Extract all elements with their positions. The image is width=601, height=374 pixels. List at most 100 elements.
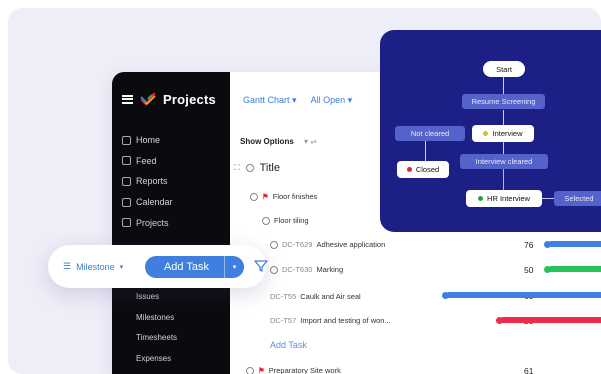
hr-interview-label: HR Interview — [487, 194, 530, 203]
projects-icon — [122, 218, 131, 228]
show-options-label: Show Options — [240, 137, 294, 146]
sidebar-item-expenses[interactable]: Expenses — [136, 354, 177, 374]
status-dot-icon — [483, 131, 489, 136]
row-name: Floor finishes — [272, 192, 318, 201]
title-column-header: ⛶ Title — [234, 162, 280, 174]
gantt-bar[interactable] — [446, 292, 601, 298]
sidebar-subnav: Issues Milestones Timesheets Expenses — [136, 292, 177, 374]
add-task-button[interactable]: Add Task ▾ — [145, 256, 244, 278]
list-item[interactable]: Floor tiling — [262, 216, 309, 225]
sidebar-item-calendar[interactable]: Calendar — [122, 192, 173, 213]
milestone-flag-icon: ⚑ — [262, 192, 269, 201]
filter-label: All Open — [310, 95, 346, 105]
milestone-list-icon: ☰ — [63, 261, 72, 271]
task-id: DC-T57 — [270, 316, 297, 325]
gantt-bar[interactable] — [548, 241, 601, 247]
sidebar-item-timesheets[interactable]: Timesheets — [136, 333, 177, 354]
connector — [542, 198, 554, 199]
task-id: DC-T629 — [282, 240, 313, 249]
expand-icon[interactable]: ⛶ — [234, 163, 240, 173]
filter-dropdown[interactable]: All Open ▾ — [311, 95, 353, 106]
task-name: Import and testing of won... — [300, 316, 391, 325]
task-percent: 61 — [524, 366, 534, 374]
status-dot-icon — [478, 196, 484, 201]
title-column-label: Title — [259, 162, 280, 174]
app-title: Projects — [163, 91, 216, 107]
closed-label: Closed — [415, 165, 440, 174]
home-icon — [122, 135, 131, 145]
task-status-icon[interactable] — [270, 265, 278, 274]
projects-logo-icon — [140, 92, 156, 106]
milestone-dropdown[interactable]: ☰ Milestone ▾ — [63, 261, 123, 272]
view-toolbar: Gantt Chart ▾ All Open ▾ — [243, 95, 352, 106]
sidebar-item-feed[interactable]: Feed — [122, 151, 173, 172]
gantt-bar-handle[interactable] — [496, 316, 503, 324]
gantt-view-label: Gantt Chart — [243, 95, 290, 105]
interview-label: Interview — [492, 129, 523, 138]
connector — [503, 141, 504, 155]
filter-icon[interactable] — [254, 259, 268, 273]
add-task-link[interactable]: Add Task — [270, 340, 307, 350]
gantt-bar[interactable] — [500, 317, 601, 323]
collapse-icon[interactable] — [262, 216, 270, 225]
status-dot-icon — [406, 167, 412, 172]
resume-screening-step[interactable]: Resume Screening — [462, 94, 545, 109]
sidebar-item-milestones[interactable]: Milestones — [136, 313, 177, 334]
interview-node[interactable]: Interview — [472, 125, 534, 142]
connector — [503, 169, 504, 190]
task-percent: 76 — [524, 240, 534, 250]
table-row[interactable]: DC-T55 Caulk and Air seal — [270, 292, 361, 301]
select-all-checkbox[interactable] — [245, 164, 254, 172]
gantt-bar-handle[interactable] — [544, 265, 551, 273]
gantt-bar[interactable] — [548, 266, 601, 272]
row-name: Preparatory Site work — [268, 366, 341, 374]
closed-node[interactable]: Closed — [397, 161, 449, 178]
task-name: Caulk and Air seal — [300, 292, 361, 301]
task-name: Adhesive application — [316, 240, 386, 249]
connector — [503, 110, 504, 126]
list-item[interactable]: ⚑ Preparatory Site work — [246, 366, 341, 374]
reports-icon — [122, 176, 131, 186]
task-status-icon[interactable] — [270, 240, 278, 249]
gantt-view-dropdown[interactable]: Gantt Chart ▾ — [243, 95, 297, 106]
sidebar-item-home[interactable]: Home — [122, 130, 173, 151]
milestone-label: Milestone — [76, 261, 115, 272]
table-row[interactable]: DC-T630 Marking — [270, 265, 343, 274]
sidebar-item-label: Reports — [136, 176, 168, 187]
sidebar-item-label: Feed — [136, 155, 157, 166]
start-node[interactable]: Start — [483, 61, 525, 77]
list-item[interactable]: ⚑ Floor finishes — [250, 192, 317, 201]
row-name: Floor tiling — [274, 216, 309, 225]
sidebar-item-reports[interactable]: Reports — [122, 171, 173, 192]
hr-interview-node[interactable]: HR Interview — [466, 190, 542, 207]
feed-icon — [122, 156, 131, 166]
chevron-down-icon: ▾ — [119, 263, 124, 271]
task-percent: 50 — [524, 265, 534, 275]
milestone-flag-icon: ⚑ — [258, 366, 265, 374]
task-id: DC-T55 — [270, 292, 297, 301]
sidebar-nav: Home Feed Reports Calendar Projects — [122, 130, 173, 233]
collapse-icon[interactable] — [250, 192, 258, 201]
sidebar-item-projects[interactable]: Projects — [122, 212, 173, 233]
not-cleared-step[interactable]: Not cleared — [395, 126, 465, 141]
gantt-bar-handle[interactable] — [544, 240, 551, 248]
calendar-icon — [122, 197, 131, 207]
sidebar-item-label: Calendar — [136, 197, 173, 208]
interview-cleared-step[interactable]: Interview cleared — [460, 154, 548, 169]
collapse-icon[interactable] — [246, 366, 254, 374]
table-row[interactable]: DC-T57 Import and testing of won... — [270, 316, 391, 325]
show-options-button[interactable]: Show Options ▾ ⇌ — [240, 137, 317, 146]
task-id: DC-T630 — [282, 265, 313, 274]
selected-step[interactable]: Selected — [554, 191, 601, 206]
chevron-down-icon[interactable]: ▾ — [224, 256, 244, 278]
workflow-diagram: Start Resume Screening Not cleared Inter… — [380, 30, 601, 232]
menu-icon[interactable] — [122, 94, 133, 104]
sidebar-item-label: Home — [136, 135, 161, 146]
chevron-down-icon: ▾ ⇌ — [304, 137, 317, 146]
task-name: Marking — [316, 265, 344, 274]
add-task-label: Add Task — [163, 261, 210, 273]
table-row[interactable]: DC-T629 Adhesive application — [270, 240, 385, 249]
sidebar-item-issues[interactable]: Issues — [136, 292, 177, 313]
sidebar: Projects Home Feed Reports Calendar Proj… — [112, 72, 230, 374]
gantt-bar-handle[interactable] — [442, 291, 449, 299]
